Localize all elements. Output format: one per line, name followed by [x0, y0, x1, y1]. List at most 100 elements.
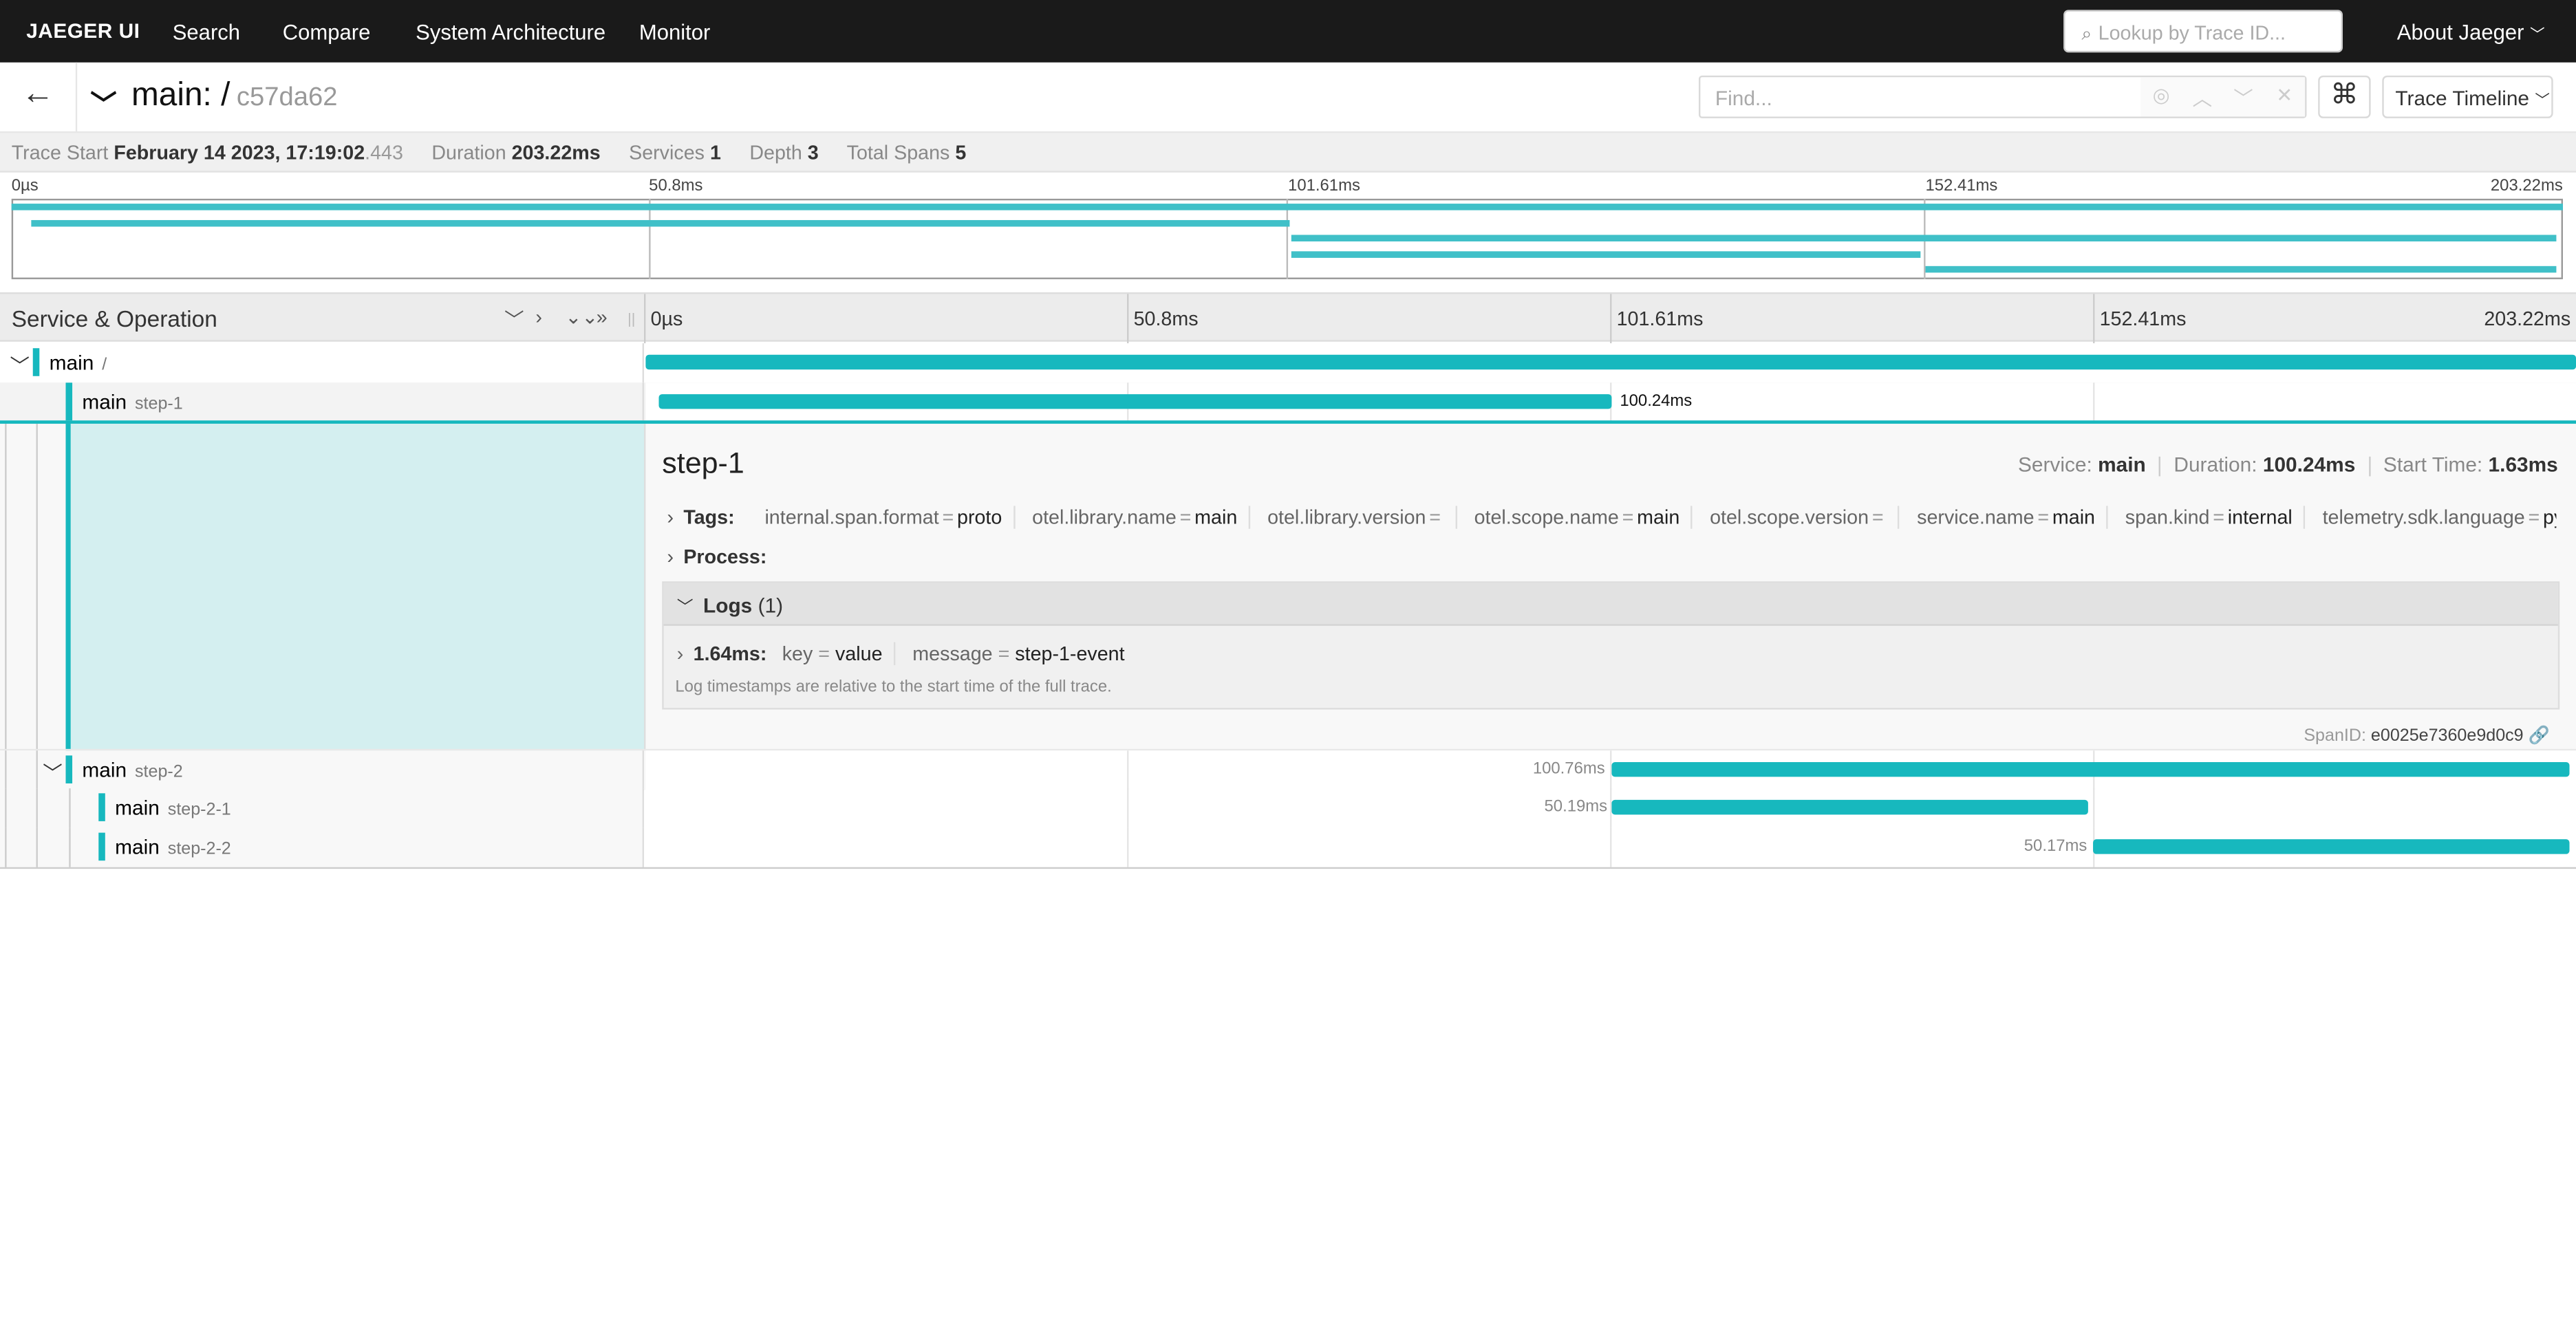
log-entry[interactable]: › 1.64ms: key = value message = step-1-ev… — [677, 642, 1125, 666]
tag-value: python… — [2543, 506, 2556, 529]
timeline-tick: 50.8ms — [1133, 307, 1199, 330]
collapse-all-icon[interactable]: ⌄⌄ — [565, 305, 598, 328]
about-label: About Jaeger — [2396, 19, 2524, 45]
span-duration-label: 100.24ms — [1620, 392, 1693, 411]
duration-value: 100.24ms — [2262, 453, 2356, 477]
chevron-down-icon[interactable]: ﹀ — [677, 600, 694, 618]
find-input[interactable]: Find... ◎ ︿ ﹀ ✕ — [1698, 75, 2307, 118]
minimap-span-bar — [11, 204, 2563, 210]
depth-value: 3 — [807, 141, 819, 164]
logs-header[interactable]: ﹀ Logs (1) — [663, 583, 2558, 626]
search-icon: ⌕ — [2081, 24, 2092, 45]
minimap-tick: 203.22ms — [2490, 177, 2563, 196]
trace-start-value: February 14 2023, 17:19:02 — [114, 141, 365, 164]
chevron-down-icon[interactable]: ﹀ — [43, 759, 63, 787]
trace-name: main: / — [131, 77, 230, 113]
locate-icon[interactable]: ◎ — [2140, 77, 2182, 117]
timeline-tick: 101.61ms — [1616, 307, 1704, 330]
top-nav: JAEGER UI Search Compare System Architec… — [0, 0, 2576, 63]
tag-key: otel.library.name — [1032, 506, 1177, 529]
logs-count: (1) — [758, 594, 784, 618]
span-bar[interactable] — [659, 394, 1612, 409]
depth-label: Depth — [749, 141, 802, 164]
service-label: Service: — [2017, 453, 2092, 477]
span-bar-cell[interactable]: 50.17ms — [645, 827, 2576, 867]
nav-search[interactable]: Search — [173, 20, 240, 45]
span-bar[interactable] — [2092, 839, 2570, 854]
chevron-down-icon[interactable]: ﹀ — [10, 351, 30, 380]
chevron-up-icon[interactable]: ︿ — [2181, 77, 2223, 117]
link-icon[interactable]: 🔗 — [2529, 726, 2550, 746]
process-section[interactable]: › Process: — [667, 545, 766, 568]
service-color-bar — [98, 832, 105, 861]
services-value: 1 — [709, 141, 721, 164]
chevron-right-icon[interactable]: › — [667, 506, 674, 528]
timeline-tick: 152.41ms — [2099, 307, 2187, 330]
span-row[interactable]: main step-2-1 50.19ms — [0, 788, 2576, 828]
span-row[interactable]: main step-1 100.24ms — [0, 382, 2576, 422]
span-row[interactable]: ﹀ main step-2 100.76ms — [0, 750, 2576, 790]
minimap-span-bar — [1291, 235, 2556, 242]
span-name-cell[interactable]: main step-2-1 — [0, 788, 645, 828]
trace-id-lookup-input[interactable]: ⌕ Lookup by Trace ID... — [2063, 10, 2343, 53]
chevron-down-icon: ﹀ — [2535, 91, 2550, 109]
tag-key: span.kind — [2125, 506, 2210, 529]
expand-all-icon[interactable]: » — [597, 305, 608, 328]
chevron-down-icon[interactable]: ﹀ — [90, 82, 116, 121]
tag-value: main — [1194, 506, 1238, 529]
minimap-span-bar — [32, 219, 1291, 226]
nav-monitor[interactable]: Monitor — [639, 20, 711, 45]
span-bar[interactable] — [645, 354, 2576, 370]
span-row[interactable]: main step-2-2 50.17ms — [0, 827, 2576, 867]
span-name-cell[interactable]: ﹀ main step-2 — [0, 750, 645, 790]
expand-one-icon[interactable]: › — [535, 305, 542, 328]
trace-summary: Trace Start February 14 2023, 17:19:02.4… — [0, 133, 2576, 173]
span-row[interactable]: ﹀ main / — [0, 343, 2576, 383]
span-bar[interactable] — [1611, 799, 2089, 815]
trace-title: main: / c57da62 — [131, 77, 337, 115]
span-service: main — [115, 836, 160, 859]
span-bar[interactable] — [1611, 761, 2569, 777]
back-button[interactable]: ← — [0, 62, 78, 132]
about-menu[interactable]: About Jaeger ﹀ — [2397, 20, 2545, 45]
timeline-gridline — [1127, 294, 1129, 344]
keyboard-shortcuts-button[interactable]: ⌘ — [2318, 75, 2371, 118]
log-note: Log timestamps are relative to the start… — [675, 678, 1112, 697]
minimap-gridline — [1286, 198, 1289, 279]
chevron-down-icon[interactable]: ﹀ — [2222, 77, 2264, 117]
duration-value: 203.22ms — [511, 141, 601, 164]
trace-id: c57da62 — [236, 83, 338, 112]
span-bar-cell[interactable]: 100.24ms — [645, 382, 2576, 422]
nav-compare[interactable]: Compare — [283, 20, 371, 45]
tags-section[interactable]: › Tags: internal.span.format = proto otel.l… — [667, 506, 2556, 529]
trace-start-ms: .443 — [365, 141, 403, 164]
span-service: main — [82, 759, 127, 782]
trace-minimap[interactable]: 0µs 50.8ms 101.61ms 152.41ms 203.22ms — [0, 173, 2576, 288]
view-select[interactable]: Trace Timeline ﹀ — [2382, 75, 2553, 118]
column-divider[interactable] — [644, 294, 646, 344]
span-operation: step-2 — [135, 761, 183, 782]
tag-key: otel.library.version — [1267, 506, 1426, 529]
timeline-gridline — [1127, 788, 1129, 828]
collapse-one-icon[interactable]: ﹀ — [504, 305, 524, 334]
span-bar-cell[interactable] — [645, 343, 2576, 382]
chevron-right-icon[interactable]: › — [667, 545, 674, 568]
command-icon: ⌘ — [2330, 78, 2359, 110]
chevron-right-icon[interactable]: › — [677, 642, 684, 665]
minimap-gridline — [649, 198, 651, 279]
span-bar-cell[interactable]: 50.19ms — [645, 788, 2576, 828]
find-placeholder: Find... — [1715, 87, 1772, 110]
resize-handle-icon[interactable]: || — [627, 310, 635, 327]
span-name-cell[interactable]: ﹀ main / — [0, 343, 645, 383]
span-name-cell[interactable]: main step-2-2 — [0, 827, 645, 867]
span-name-cell[interactable]: main step-1 — [0, 382, 645, 422]
nav-system-architecture[interactable]: System Architecture — [416, 20, 605, 45]
close-icon[interactable]: ✕ — [2264, 77, 2306, 117]
tag-item: otel.scope.version = — [1698, 506, 1900, 529]
span-bar-cell[interactable]: 100.76ms — [645, 750, 2576, 790]
tag-key: internal.span.format — [764, 506, 939, 529]
service-operation-header: Service & Operation — [11, 305, 217, 332]
log-field-key: key — [782, 642, 813, 666]
tag-value: proto — [957, 506, 1002, 529]
brand-logo[interactable]: JAEGER UI — [26, 20, 140, 43]
